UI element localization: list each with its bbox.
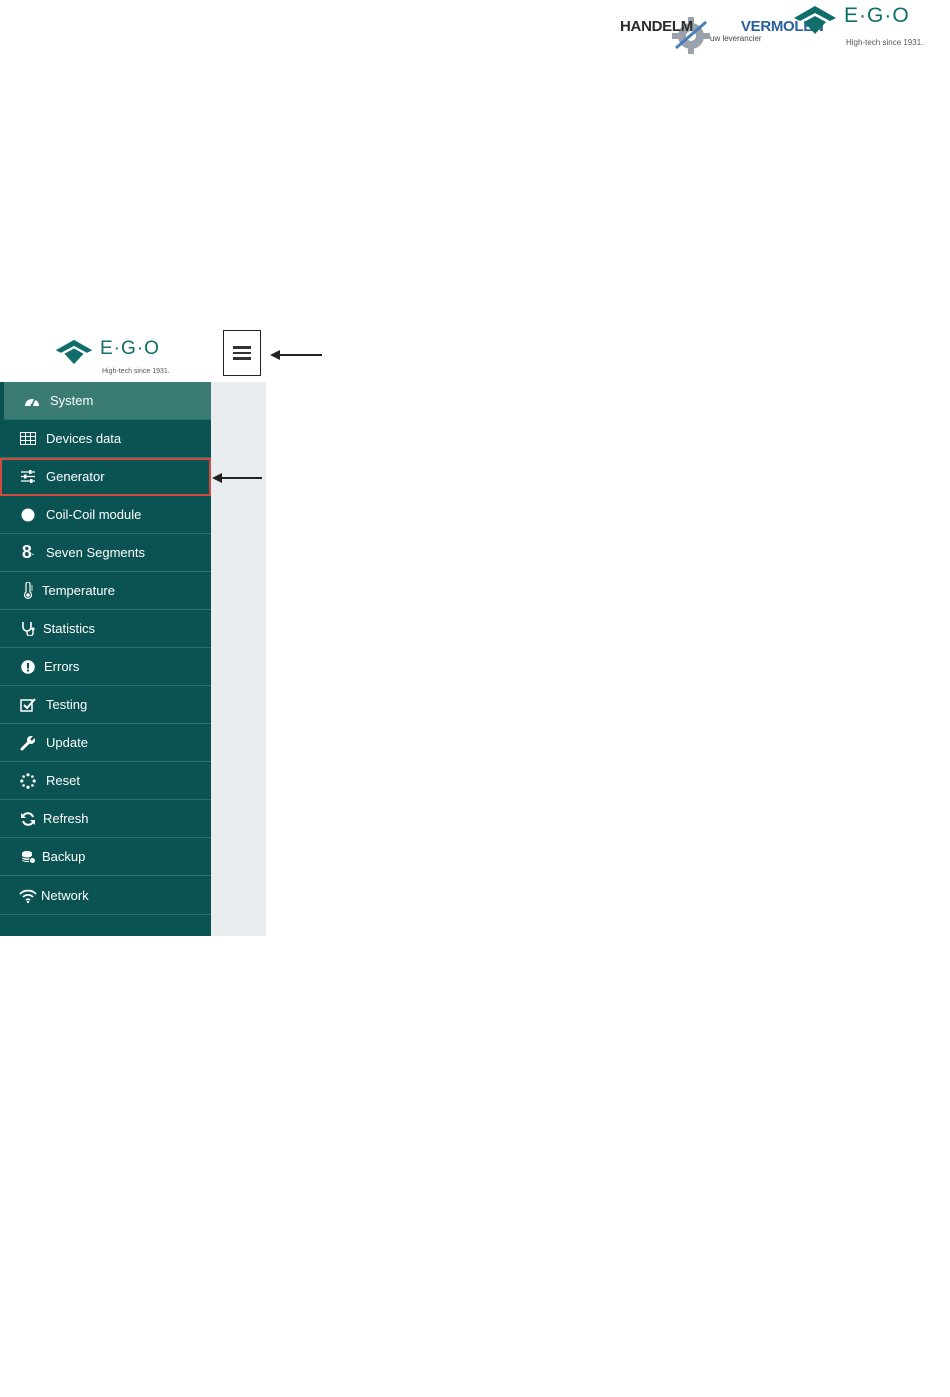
table-icon (18, 430, 38, 448)
sliders-icon (18, 468, 38, 486)
sidebar-item-errors[interactable]: Errors (0, 648, 211, 686)
ego-mark-icon (55, 339, 93, 365)
sidebar-item-label: System (50, 393, 94, 408)
sidebar-item-temperature[interactable]: Temperature (0, 572, 211, 610)
ego-brand-logo: E·G·O High-tech since 1931. (792, 4, 942, 52)
spinner-icon (18, 772, 38, 790)
sidebar-item-refresh[interactable]: Refresh (0, 800, 211, 838)
sidebar-item-label: Reset (46, 773, 80, 788)
annotation-arrow-menu (270, 350, 322, 360)
sidebar-item-backup[interactable]: Backup (0, 838, 211, 876)
exclamation-icon (18, 658, 38, 676)
sidebar-item-coil-coil-module[interactable]: Coil-Coil module (0, 496, 211, 534)
stethoscope-icon (18, 620, 38, 638)
handelmij-vermolen-logo: HANDELM VERMOLEN uw leverancier (620, 14, 824, 54)
sidebar-item-statistics[interactable]: Statistics (0, 610, 211, 648)
sidebar-item-label: Statistics (43, 621, 96, 636)
partner-name-part1: HANDELM (620, 18, 693, 35)
dashboard-icon (22, 392, 42, 410)
thermometer-icon (18, 582, 38, 600)
sidebar-item-update[interactable]: Update (0, 724, 211, 762)
annotation-arrow-generator (212, 473, 262, 483)
seven-segment-icon: 8. (21, 542, 35, 562)
sidebar-item-network[interactable]: Network (0, 877, 211, 915)
wifi-icon (18, 887, 38, 905)
sidebar-item-label: Errors (44, 659, 80, 674)
sidebar-item-label: Testing (46, 697, 88, 712)
hamburger-icon (233, 346, 251, 349)
sidebar-item-system[interactable]: System (4, 382, 211, 420)
sidebar-item-devices-data[interactable]: Devices data (0, 420, 211, 458)
sidebar-item-label: Refresh (43, 811, 89, 826)
brand-letters: E·G·O (844, 4, 910, 27)
wrench-icon (18, 734, 38, 752)
database-icon (18, 848, 38, 866)
sidebar-item-label: Update (46, 735, 88, 750)
sidebar-item-generator[interactable]: Generator (0, 458, 211, 496)
sidebar-item-testing[interactable]: Testing (0, 686, 211, 724)
sidebar-item-label: Backup (42, 849, 86, 864)
sidebar-item-reset[interactable]: Reset (0, 762, 211, 800)
sidebar-nav: System Devices data Generator Coil-Coil … (0, 382, 211, 936)
hamburger-menu-button[interactable] (223, 330, 261, 376)
sidebar-item-label: Devices data (46, 431, 122, 446)
content-area (211, 382, 266, 936)
circle-icon (18, 506, 38, 524)
brand-tagline: High-tech since 1931. (846, 38, 924, 47)
sidebar-item-label: Network (41, 888, 89, 903)
sidebar-item-label: Temperature (42, 583, 115, 598)
ego-mark-icon (794, 6, 836, 34)
sidebar-item-label: Seven Segments (46, 545, 146, 560)
logo-tagline: High-tech since 1931. (102, 368, 170, 375)
sidebar-logo: E·G·O High-tech since 1931. (54, 338, 194, 386)
sidebar-item-label: Coil-Coil module (46, 507, 142, 522)
logo-letters: E·G·O (100, 338, 160, 359)
sidebar-item-seven-segments[interactable]: 8. Seven Segments (0, 534, 211, 572)
sidebar-item-label: Generator (46, 469, 105, 484)
partner-tagline: uw leverancier (710, 34, 762, 43)
check-square-icon (18, 696, 38, 714)
app-screenshot: E·G·O High-tech since 1931. System Devic… (0, 326, 322, 936)
refresh-icon (18, 810, 38, 828)
